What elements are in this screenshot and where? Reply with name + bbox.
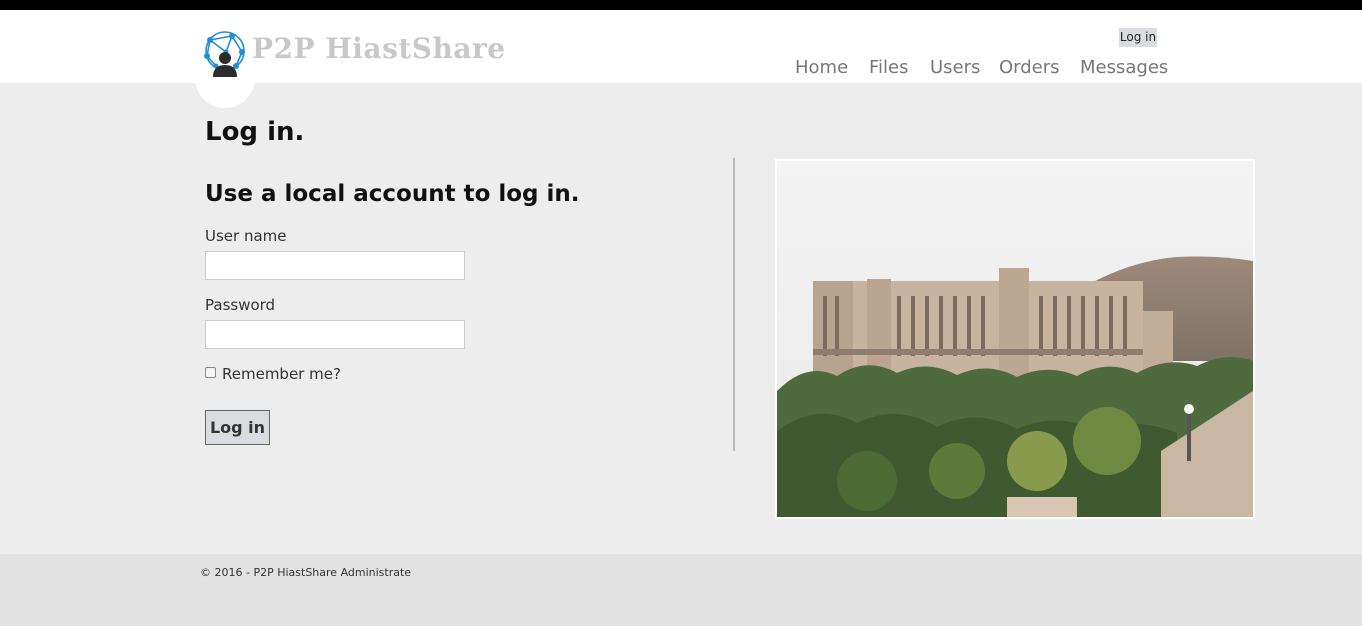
nav-home[interactable]: Home bbox=[795, 57, 848, 78]
nav-orders[interactable]: Orders bbox=[999, 57, 1060, 78]
username-input[interactable] bbox=[205, 251, 465, 280]
password-input[interactable] bbox=[205, 320, 465, 349]
nav-files[interactable]: Files bbox=[869, 57, 909, 78]
site-footer bbox=[0, 554, 1362, 626]
header-login-link[interactable]: Log in bbox=[1119, 28, 1157, 47]
login-subtitle: Use a local account to log in. bbox=[205, 181, 580, 207]
remember-me-label[interactable]: Remember me? bbox=[222, 365, 341, 383]
main-nav: Home Files Users Orders Messages bbox=[0, 57, 1362, 81]
username-label: User name bbox=[205, 227, 287, 245]
campus-photo-frame bbox=[775, 159, 1255, 519]
remember-me-checkbox[interactable] bbox=[205, 367, 216, 378]
nav-messages[interactable]: Messages bbox=[1080, 57, 1168, 78]
column-divider bbox=[733, 158, 735, 451]
footer-copyright: © 2016 - P2P HiastShare Administrate bbox=[200, 566, 412, 579]
nav-users[interactable]: Users bbox=[930, 57, 980, 78]
campus-building-photo bbox=[777, 161, 1253, 517]
top-black-bar bbox=[0, 0, 1362, 10]
login-submit-button[interactable]: Log in bbox=[205, 410, 270, 445]
page-title: Log in. bbox=[205, 117, 305, 147]
password-label: Password bbox=[205, 296, 276, 314]
